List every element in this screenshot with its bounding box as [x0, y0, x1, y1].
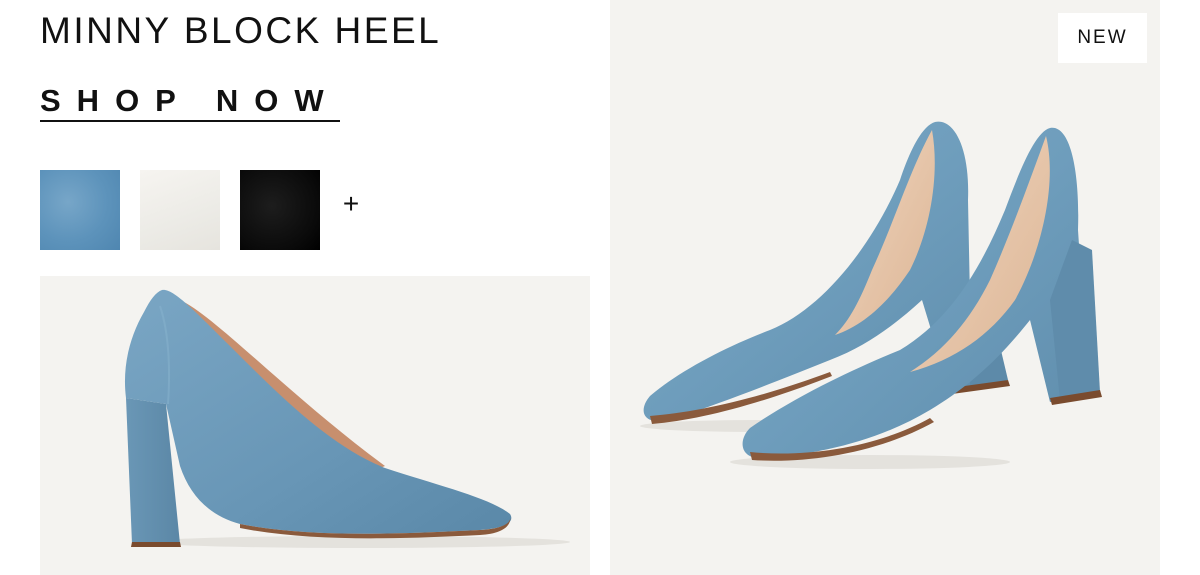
- product-promo-page: MINNY BLOCK HEEL SHOP NOW + NEW: [0, 0, 1200, 575]
- new-badge: NEW: [1058, 13, 1147, 63]
- color-swatch-black[interactable]: [240, 170, 320, 250]
- shop-now-link[interactable]: SHOP NOW: [40, 82, 340, 122]
- shoe-side-illustration: [124, 289, 570, 548]
- more-colors-plus-icon[interactable]: +: [338, 186, 364, 222]
- product-image-side-view[interactable]: [40, 276, 590, 575]
- shoe-pair-illustration: [640, 121, 1102, 469]
- color-swatch-blue[interactable]: [40, 170, 120, 250]
- product-title: MINNY BLOCK HEEL: [40, 10, 442, 51]
- color-swatch-white[interactable]: [140, 170, 220, 250]
- product-image-pair-view[interactable]: [610, 0, 1160, 575]
